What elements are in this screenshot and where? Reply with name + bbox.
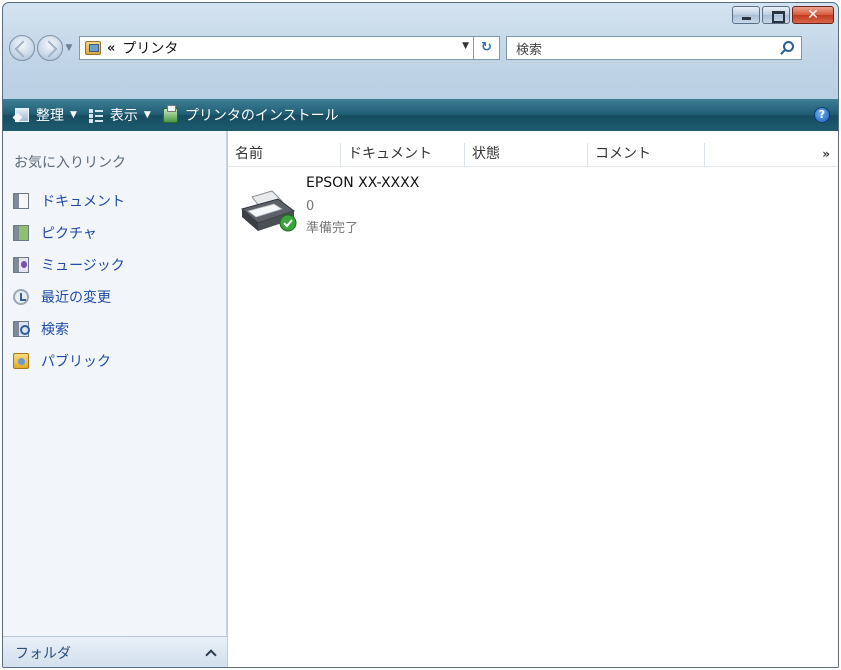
help-icon[interactable]: ? — [814, 107, 830, 123]
favorite-link-documents[interactable]: ドキュメント — [3, 185, 227, 217]
favorite-link-pictures[interactable]: ピクチャ — [3, 217, 227, 249]
address-row: ▼ « プリンタ ▼ ↻ 検索 — [9, 33, 835, 63]
navigation-pane: お気に入りリンク ドキュメント ピクチャ ミュージック 最近の変更 検索 パブリ… — [3, 131, 227, 667]
public-folder-icon — [13, 353, 29, 369]
column-header-documents[interactable]: ドキュメント — [341, 143, 465, 167]
add-printer-icon — [162, 104, 178, 123]
printers-folder-icon — [85, 41, 101, 55]
views-button[interactable]: 表示 ▼ — [83, 99, 157, 131]
column-header-name[interactable]: 名前 — [228, 143, 341, 167]
add-printer-button[interactable]: プリンタのインストール — [157, 99, 345, 131]
refresh-button[interactable]: ↻ — [474, 36, 500, 60]
favorite-link-label: ミュージック — [41, 258, 125, 274]
close-icon: ✕ — [807, 7, 819, 23]
column-header-row: 名前 ドキュメント 状態 コメント » — [228, 143, 838, 167]
views-icon — [88, 108, 103, 122]
search-icon[interactable] — [783, 41, 794, 52]
recent-changes-icon — [13, 289, 29, 305]
close-button[interactable]: ✕ — [792, 6, 834, 24]
search-input[interactable]: 検索 — [516, 39, 542, 58]
search-box[interactable]: 検索 — [506, 36, 802, 60]
views-label: 表示 — [109, 108, 138, 124]
maximize-button[interactable] — [762, 6, 790, 24]
file-list-pane: 名前 ドキュメント 状態 コメント » EPSON XX-XXXX 0 準備完了 — [228, 131, 838, 667]
back-button[interactable] — [9, 35, 35, 61]
searches-icon — [13, 321, 30, 337]
column-header-comment[interactable]: コメント — [588, 143, 705, 167]
forward-button[interactable] — [37, 35, 63, 61]
printer-icon — [240, 190, 297, 232]
organize-dropdown-icon: ▼ — [70, 110, 77, 120]
recent-pages-dropdown[interactable]: ▼ — [63, 35, 75, 61]
address-bar[interactable]: « プリンタ ▼ — [79, 36, 474, 60]
printer-document-count: 0 — [306, 199, 315, 214]
printer-name: EPSON XX-XXXX — [306, 175, 420, 191]
favorite-link-label: 検索 — [41, 322, 69, 338]
folders-label: フォルダ — [15, 645, 71, 662]
organize-label: 整理 — [36, 108, 64, 124]
add-printer-label: プリンタのインストール — [184, 108, 339, 124]
favorite-link-label: パブリック — [41, 354, 111, 370]
column-header-status[interactable]: 状態 — [465, 143, 588, 167]
breadcrumb-printers[interactable]: プリンタ — [122, 38, 178, 58]
pictures-icon — [13, 225, 29, 241]
favorite-link-music[interactable]: ミュージック — [3, 249, 227, 281]
views-dropdown-icon: ▼ — [143, 110, 151, 120]
command-toolbar: 整理 ▼ 表示 ▼ プリンタのインストール ? — [3, 99, 838, 131]
favorite-link-label: 最近の変更 — [41, 290, 111, 306]
organize-icon — [15, 108, 29, 122]
minimize-button[interactable] — [732, 6, 760, 24]
music-icon — [13, 257, 29, 273]
favorite-link-label: ドキュメント — [41, 194, 125, 210]
favorite-links-list: ドキュメント ピクチャ ミュージック 最近の変更 検索 パブリック — [3, 185, 227, 377]
printer-status: 準備完了 — [306, 221, 359, 236]
favorite-link-recent-changes[interactable]: 最近の変更 — [3, 281, 227, 313]
chevron-up-icon — [205, 649, 217, 661]
organize-button[interactable]: 整理 ▼ — [3, 99, 83, 131]
breadcrumb-overflow[interactable]: « — [107, 41, 115, 56]
favorite-links-header: お気に入りリンク — [14, 155, 126, 171]
refresh-icon: ↻ — [481, 40, 492, 55]
favorite-link-label: ピクチャ — [41, 226, 97, 242]
printer-item[interactable]: EPSON XX-XXXX 0 準備完了 — [238, 175, 608, 236]
address-history-dropdown[interactable]: ▼ — [462, 41, 469, 51]
favorite-link-searches[interactable]: 検索 — [3, 313, 227, 345]
folders-toggle[interactable]: フォルダ — [3, 636, 227, 667]
favorite-link-public[interactable]: パブリック — [3, 345, 227, 377]
more-columns-button[interactable]: » — [705, 143, 838, 167]
caption-buttons: ✕ — [732, 6, 834, 24]
explorer-window: ✕ ▼ « プリンタ ▼ ↻ 検索 整理 ▼ 表示 ▼ プリンタのインストール … — [2, 2, 839, 668]
documents-icon — [13, 193, 29, 209]
